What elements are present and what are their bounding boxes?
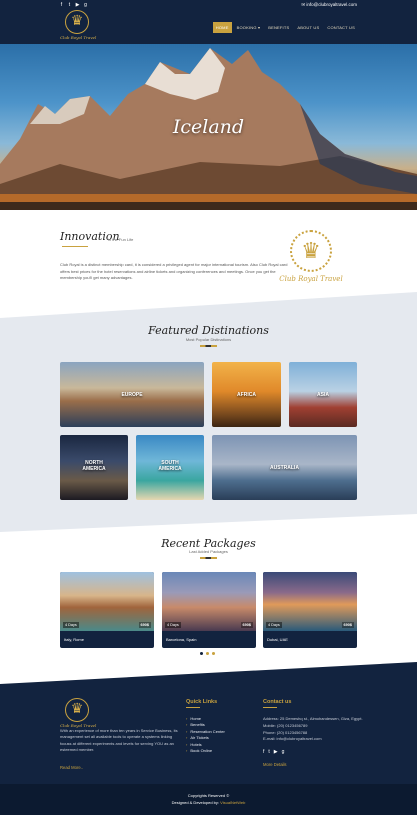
header-email[interactable]: ✉ info@clubroyaltravel.com — [301, 2, 357, 8]
package-card[interactable]: 4 Days 690$ Italy, Rome — [60, 572, 154, 648]
more-details-link[interactable]: More Details — [263, 762, 287, 767]
innovation-text: Club Royal is a distinct membership card… — [60, 262, 288, 281]
youtube-icon[interactable]: ▶ — [75, 3, 80, 8]
destination-north-america[interactable]: NORTH AMERICA — [60, 435, 128, 500]
crown-icon — [290, 230, 332, 272]
package-price: 690$ — [240, 622, 253, 628]
divider — [62, 246, 88, 247]
destination-label: AUSTRALIA — [270, 465, 299, 471]
destination-label: AFRICA — [237, 392, 256, 398]
carousel-dot[interactable] — [212, 652, 215, 655]
carousel-pagination — [200, 652, 215, 655]
destinations-subtitle: Most Popular Distinations — [185, 337, 232, 342]
footer-social-links: f t ▶ g — [263, 749, 284, 755]
nav-home[interactable]: HOME — [212, 22, 232, 33]
credit: Designed & Developed by: VisualNetWeb — [171, 800, 246, 805]
contact-details: Address: 25 Demeshq st., Almohandessen, … — [263, 716, 363, 743]
package-days: 4 Days — [266, 622, 282, 628]
chevron-down-icon: ▾ — [257, 25, 261, 30]
package-days: 4 Days — [165, 622, 181, 628]
package-name: Barcelona, Spain — [166, 637, 197, 642]
destinations-title: Featured Distinations — [148, 324, 269, 337]
package-card[interactable]: 4 Days 690$ Barcelona, Spain — [162, 572, 256, 648]
package-price: 690$ — [138, 622, 151, 628]
copyright: Copyrights Reserved © — [187, 793, 230, 798]
twitter-icon[interactable]: t — [268, 749, 269, 755]
quick-links-title: Quick Links — [186, 699, 218, 705]
google-plus-icon[interactable]: g — [282, 749, 285, 755]
package-name: Dubai, UAE — [267, 637, 288, 642]
destination-label: SOUTH AMERICA — [158, 460, 182, 472]
destination-label: EUROPE — [121, 392, 143, 398]
main-nav: HOME BOOKING ▾ BENEFITS ABOUT US CONTACT… — [212, 22, 358, 33]
carousel-dot[interactable] — [200, 652, 203, 655]
destination-asia[interactable]: ASIA — [289, 362, 357, 427]
club-royal-emblem: Club Royal Travel — [278, 230, 344, 283]
package-days: 4 Days — [63, 622, 79, 628]
contact-address: Address: 25 Demeshq st., Almohandessen, … — [263, 716, 363, 721]
footer-logo[interactable]: Club Royal Travel — [60, 698, 96, 728]
divider — [200, 345, 217, 347]
youtube-icon[interactable]: ▶ — [274, 749, 278, 755]
social-links: f t ▶ g — [59, 3, 88, 8]
footer-about-text: With an experience of more than ten year… — [60, 728, 178, 753]
innovation-subtitle: in the Fun Life — [108, 237, 134, 242]
google-plus-icon[interactable]: g — [83, 3, 88, 8]
carousel-dot[interactable] — [206, 652, 209, 655]
destination-label: ASIA — [317, 392, 329, 398]
hero-title: Iceland — [172, 116, 245, 138]
package-price: 690$ — [341, 622, 354, 628]
contact-phone: Phone: (20) 0123456788 — [263, 729, 308, 735]
nav-about-us[interactable]: ABOUT US — [294, 22, 322, 33]
divider — [263, 707, 277, 708]
quick-link-book-online[interactable]: Book Online — [186, 748, 225, 754]
site-logo[interactable]: Club Royal Travel — [60, 10, 97, 40]
contact-mobile: Mobile: (20) 0123456789 — [263, 722, 308, 728]
destination-australia[interactable]: AUSTRALIA — [212, 435, 357, 500]
nav-booking[interactable]: BOOKING ▾ — [234, 22, 264, 33]
quick-links-list: Home Benefits Reservation Center Air Tic… — [186, 716, 225, 754]
developer-link[interactable]: VisualNetWeb — [220, 800, 245, 805]
emblem-text: Club Royal Travel — [279, 275, 343, 283]
divider — [200, 557, 217, 559]
nav-benefits[interactable]: BENEFITS — [265, 22, 292, 33]
package-name: Italy, Rome — [64, 637, 84, 642]
divider — [186, 707, 200, 708]
destination-label: NORTH AMERICA — [82, 460, 106, 472]
hero-banner: Iceland — [0, 44, 417, 210]
twitter-icon[interactable]: t — [67, 3, 72, 8]
facebook-icon[interactable]: f — [263, 749, 264, 755]
nav-contact-us[interactable]: CONTACT US — [324, 22, 358, 33]
destination-europe[interactable]: EUROPE — [60, 362, 204, 427]
facebook-icon[interactable]: f — [59, 3, 64, 8]
contact-email[interactable]: E-mail: info@clubroyaltravel.com — [263, 736, 363, 743]
destination-south-america[interactable]: SOUTH AMERICA — [136, 435, 204, 500]
contact-title: Contact us — [263, 699, 292, 705]
read-more-link[interactable]: Read More.. — [60, 765, 83, 770]
logo-text: Club Royal Travel — [60, 35, 97, 40]
packages-subtitle: Last Added Packages — [189, 549, 228, 554]
crown-icon — [65, 698, 89, 722]
package-card[interactable]: 4 Days 690$ Dubai, UAE — [263, 572, 357, 648]
crown-icon — [65, 10, 89, 34]
destination-africa[interactable]: AFRICA — [212, 362, 281, 427]
